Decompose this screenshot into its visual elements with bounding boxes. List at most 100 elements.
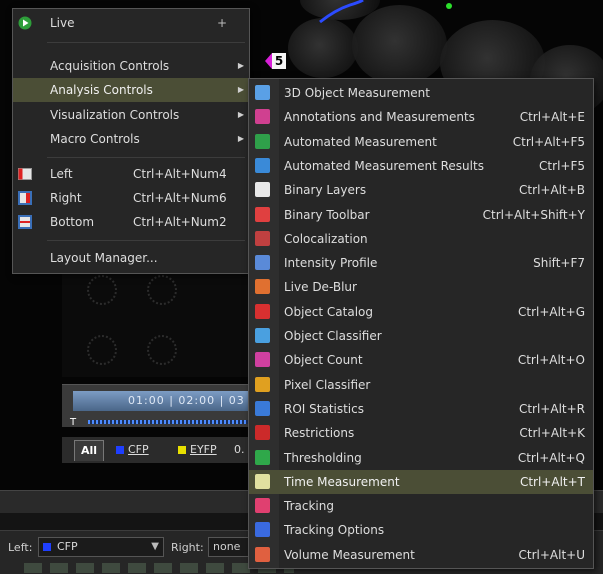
menu-item-live[interactable]: Live + xyxy=(13,11,249,35)
menu-item-layout-right[interactable]: Right Ctrl+Alt+Num6 xyxy=(13,186,249,210)
thresholding-icon xyxy=(255,449,270,465)
submenu-item-intensity-profile[interactable]: Intensity Profile Shift+F7 xyxy=(249,251,593,275)
submenu-item-live-de-blur[interactable]: Live De-Blur xyxy=(249,275,593,299)
submenu-arrow-icon: ▶ xyxy=(237,110,244,119)
submenu-item-colocalization[interactable]: Colocalization xyxy=(249,227,593,251)
menu-item-analysis-controls[interactable]: Analysis Controls ▶ xyxy=(13,78,249,102)
submenu-item-shortcut: Ctrl+Alt+Shift+Y xyxy=(482,207,585,222)
time-bar: 01:00 | 02:00 | 03 T xyxy=(62,384,252,428)
submenu-item-label: Binary Toolbar xyxy=(284,207,370,222)
submenu-item-label: Live De-Blur xyxy=(284,280,357,295)
submenu-item-shortcut: Shift+F7 xyxy=(533,256,585,271)
submenu-item-shortcut: Ctrl+Alt+B xyxy=(519,183,585,198)
dock-bottom-icon xyxy=(18,215,32,229)
tab-cfp-label: CFP xyxy=(128,443,149,456)
submenu-item-label: Volume Measurement xyxy=(284,547,415,562)
object-tag[interactable]: 5 xyxy=(272,53,286,69)
thumbnail-cell xyxy=(147,335,177,365)
submenu-item-shortcut: Ctrl+Alt+F5 xyxy=(512,134,585,149)
object-tag-pointer xyxy=(265,53,272,69)
submenu-item-restrictions[interactable]: Restrictions Ctrl+Alt+K xyxy=(249,421,593,445)
left-channel-select[interactable]: CFP ▼ xyxy=(38,537,164,557)
menu-divider xyxy=(47,240,245,241)
submenu-item-label: Annotations and Measurements xyxy=(284,110,475,125)
tab-all[interactable]: All xyxy=(74,440,105,461)
submenu-item-object-catalog[interactable]: Object Catalog Ctrl+Alt+G xyxy=(249,300,593,324)
submenu-item-automated-measurement-results[interactable]: Automated Measurement Results Ctrl+F5 xyxy=(249,154,593,178)
tracking-options-icon xyxy=(255,522,270,538)
menu-item-shortcut: Ctrl+Alt+Num6 xyxy=(133,191,227,205)
submenu-item-object-classifier[interactable]: Object Classifier xyxy=(249,324,593,348)
binary-toolbar-icon xyxy=(255,206,270,222)
submenu-item-label: Colocalization xyxy=(284,231,368,246)
submenu-item-automated-measurement[interactable]: Automated Measurement Ctrl+Alt+F5 xyxy=(249,130,593,154)
submenu-item-3d-object-measurement[interactable]: 3D Object Measurement xyxy=(249,81,593,105)
menu-item-label: Right xyxy=(50,191,82,205)
menu-item-label: Bottom xyxy=(50,215,95,229)
add-icon: + xyxy=(216,16,227,30)
submenu-item-label: Tracking xyxy=(284,499,334,514)
menu-item-label: Visualization Controls xyxy=(50,108,180,122)
timeline-slider[interactable]: 01:00 | 02:00 | 03 xyxy=(73,391,248,411)
submenu-item-label: Thresholding xyxy=(284,450,362,465)
restrictions-icon xyxy=(255,425,270,441)
submenu-arrow-icon: ▶ xyxy=(237,85,244,94)
menu-item-layout-bottom[interactable]: Bottom Ctrl+Alt+Num2 xyxy=(13,210,249,234)
submenu-item-label: ROI Statistics xyxy=(284,401,364,416)
submenu-arrow-icon: ▶ xyxy=(237,134,244,143)
menu-item-layout-left[interactable]: Left Ctrl+Alt+Num4 xyxy=(13,162,249,186)
submenu-item-roi-statistics[interactable]: ROI Statistics Ctrl+Alt+R xyxy=(249,397,593,421)
menu-item-acquisition-controls[interactable]: Acquisition Controls ▶ xyxy=(13,54,249,78)
time-frames-strip[interactable] xyxy=(88,420,248,424)
dock-left-icon xyxy=(18,168,32,180)
menu-item-shortcut: Ctrl+Alt+Num2 xyxy=(133,215,227,229)
intensity-profile-icon xyxy=(255,255,270,271)
submenu-item-label: Pixel Classifier xyxy=(284,377,371,392)
submenu-item-label: Tracking Options xyxy=(284,523,385,538)
tab-cfp[interactable]: CFP xyxy=(110,440,155,460)
object-catalog-icon xyxy=(255,303,270,319)
submenu-item-shortcut: Ctrl+Alt+Q xyxy=(517,450,585,465)
left-channel-label: Left: xyxy=(8,541,33,554)
menu-item-macro-controls[interactable]: Macro Controls ▶ xyxy=(13,127,249,151)
thumbnail-cell xyxy=(87,335,117,365)
submenu-item-shortcut: Ctrl+Alt+R xyxy=(518,401,585,416)
menu-item-label: Macro Controls xyxy=(50,132,140,146)
thumbnail-cell xyxy=(87,275,117,305)
object-outline xyxy=(319,0,364,24)
object-count-icon xyxy=(255,352,270,368)
submenu-item-shortcut: Ctrl+Alt+E xyxy=(519,110,585,125)
submenu-item-tracking-options[interactable]: Tracking Options xyxy=(249,518,593,542)
submenu-item-thresholding[interactable]: Thresholding Ctrl+Alt+Q xyxy=(249,446,593,470)
tab-eyfp[interactable]: EYFP xyxy=(172,440,223,460)
menu-item-label: Left xyxy=(50,167,73,181)
cfp-swatch xyxy=(43,543,51,551)
submenu-item-annotations-and-measurements[interactable]: Annotations and Measurements Ctrl+Alt+E xyxy=(249,105,593,129)
menu-item-label: Layout Manager... xyxy=(50,251,158,265)
3d-object-icon xyxy=(255,85,270,100)
menu-divider xyxy=(47,157,245,158)
right-channel-label: Right: xyxy=(171,541,204,554)
menu-item-label: Acquisition Controls xyxy=(50,59,170,73)
t-label: T xyxy=(70,417,77,428)
submenu-item-label: Automated Measurement xyxy=(284,134,437,149)
submenu-item-binary-toolbar[interactable]: Binary Toolbar Ctrl+Alt+Shift+Y xyxy=(249,203,593,227)
menu-item-layout-manager[interactable]: Layout Manager... xyxy=(13,246,249,270)
submenu-item-volume-measurement[interactable]: Volume Measurement Ctrl+Alt+U xyxy=(249,543,593,567)
object-classifier-icon xyxy=(255,328,270,343)
submenu-item-object-count[interactable]: Object Count Ctrl+Alt+O xyxy=(249,348,593,372)
submenu-item-shortcut: Ctrl+Alt+G xyxy=(517,304,585,319)
submenu-item-label: Binary Layers xyxy=(284,183,367,198)
annotations-icon xyxy=(255,109,270,125)
roi-statistics-icon xyxy=(255,400,270,416)
submenu-item-tracking[interactable]: Tracking xyxy=(249,494,593,518)
submenu-item-pixel-classifier[interactable]: Pixel Classifier xyxy=(249,373,593,397)
submenu-item-label: Object Classifier xyxy=(284,329,382,343)
dock-right-icon xyxy=(18,191,32,205)
submenu-item-binary-layers[interactable]: Binary Layers Ctrl+Alt+B xyxy=(249,178,593,202)
submenu-item-time-measurement[interactable]: Time Measurement Ctrl+Alt+T xyxy=(249,469,593,495)
binary-layers-icon xyxy=(255,182,270,198)
submenu-item-label: Intensity Profile xyxy=(284,256,378,271)
menu-item-visualization-controls[interactable]: Visualization Controls ▶ xyxy=(13,103,249,127)
thumbnail-cell xyxy=(147,275,177,305)
